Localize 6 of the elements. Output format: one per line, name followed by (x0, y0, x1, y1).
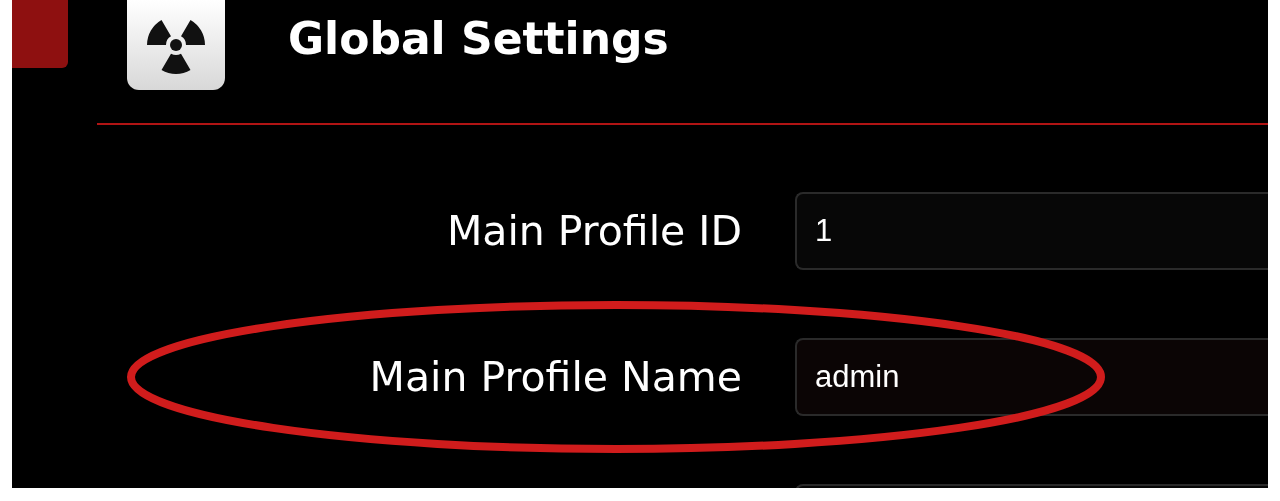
text-field[interactable]: 1 (795, 192, 1268, 270)
text-field[interactable]: admin (795, 338, 1268, 416)
radiation-icon (127, 0, 225, 90)
page-title: Global Settings (288, 12, 669, 66)
field-label: Main Profile Name (368, 353, 742, 401)
field-label: Main Profile ID (445, 207, 742, 255)
